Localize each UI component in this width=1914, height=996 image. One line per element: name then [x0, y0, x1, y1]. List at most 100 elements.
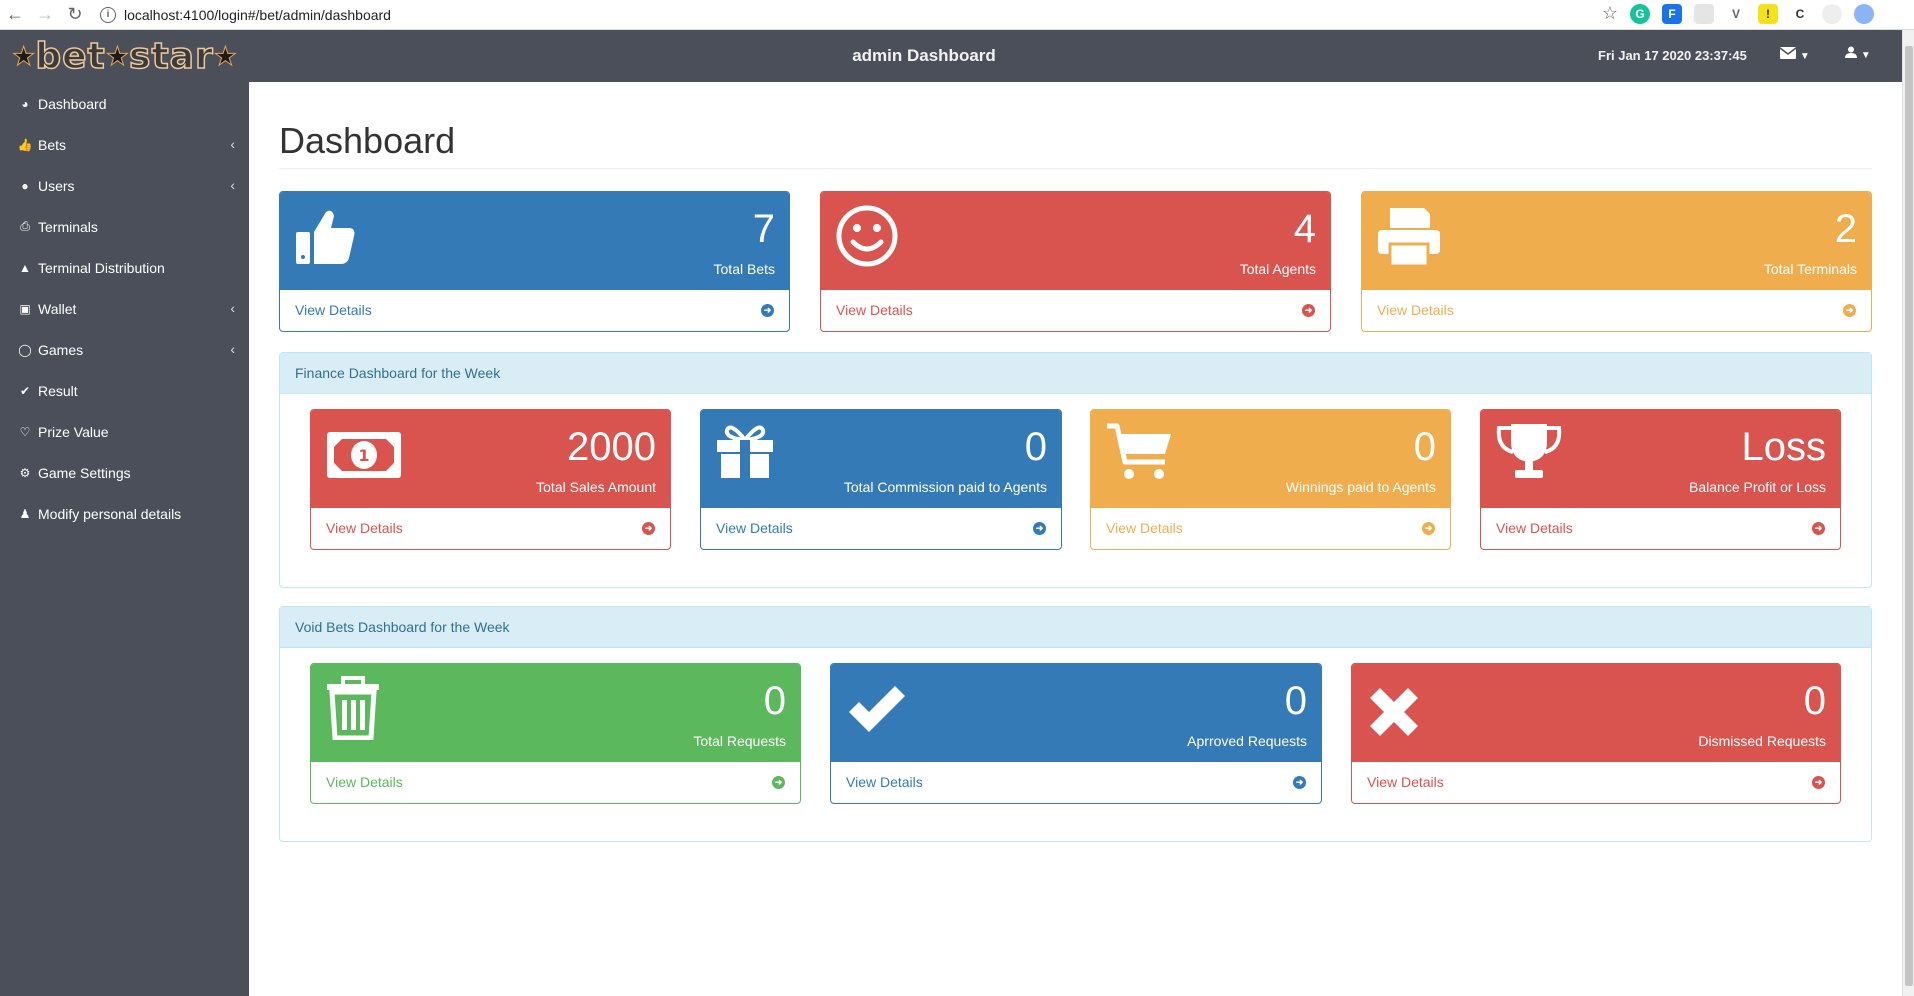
view-details-link[interactable]: View Details: [295, 302, 372, 318]
winnings-view-details[interactable]: View Details ➜: [1091, 508, 1450, 548]
view-details-link[interactable]: View Details: [846, 774, 923, 790]
total-sales-view-details[interactable]: View Details ➜: [311, 508, 670, 548]
address-bar[interactable]: i localhost:4100/login#/bet/admin/dashbo…: [100, 3, 391, 27]
sidebar-item-bets[interactable]: 👍 Bets ‹: [0, 124, 249, 165]
arrow-circle-right-icon: ➜: [1812, 775, 1825, 789]
chevron-left-icon: ‹: [230, 341, 235, 357]
view-details-link[interactable]: View Details: [326, 774, 403, 790]
total-requests-card: 0 Total Requests View Details ➜: [310, 663, 801, 804]
mail-dropdown[interactable]: ▼: [1779, 46, 1810, 62]
balance-value: Loss: [1741, 425, 1827, 469]
finance-panel: Finance Dashboard for the Week 1 2000 To…: [279, 352, 1872, 588]
finance-panel-heading: Finance Dashboard for the Week: [280, 353, 1871, 394]
void-bets-panel-heading: Void Bets Dashboard for the Week: [280, 607, 1871, 648]
sitemap-icon: ▲: [19, 260, 31, 275]
sidebar-item-terminal-distribution[interactable]: ▲ Terminal Distribution: [0, 247, 249, 288]
extension-icon[interactable]: F: [1662, 3, 1682, 24]
approved-requests-value: 0: [1284, 679, 1307, 723]
chevron-left-icon: ‹: [230, 300, 235, 316]
sidebar-item-label: Wallet: [38, 300, 77, 317]
bookmark-star-icon[interactable]: ☆: [1602, 3, 1618, 24]
view-details-link[interactable]: View Details: [716, 520, 793, 536]
cogs-icon: ⚙: [19, 465, 31, 480]
url-text: localhost:4100/login#/bet/admin/dashboar…: [124, 6, 391, 23]
extension-icon[interactable]: [1822, 3, 1842, 24]
forward-icon[interactable]: →: [30, 0, 60, 30]
extension-icon[interactable]: V: [1726, 3, 1746, 24]
approved-requests-view-details[interactable]: View Details ➜: [831, 762, 1321, 802]
grammarly-icon[interactable]: G: [1630, 3, 1650, 24]
extension-icon[interactable]: !: [1758, 3, 1778, 24]
total-commission-value: 0: [1024, 425, 1047, 469]
chevron-left-icon: ‹: [230, 136, 235, 152]
total-sales-card: 1 2000 Total Sales Amount View Details ➜: [310, 409, 671, 550]
total-agents-label: Total Agents: [1239, 261, 1316, 277]
user-icon: ♟: [19, 506, 31, 521]
total-terminals-view-details[interactable]: View Details ➜: [1362, 290, 1871, 330]
void-bets-panel: Void Bets Dashboard for the Week 0 Total…: [279, 606, 1872, 842]
reload-icon[interactable]: ↻: [60, 0, 90, 30]
user-dropdown[interactable]: ▼: [1845, 45, 1871, 61]
dashboard-icon: ◕: [21, 96, 29, 111]
printer-icon: ⎙: [20, 219, 30, 233]
total-requests-label: Total Requests: [693, 733, 786, 749]
sidebar-item-games[interactable]: ◯ Games ‹: [0, 329, 249, 370]
sidebar-item-result[interactable]: ✔ Result: [0, 370, 249, 411]
sidebar-item-game-settings[interactable]: ⚙ Game Settings: [0, 452, 249, 493]
sidebar-item-terminals[interactable]: ⎙ Terminals: [0, 206, 249, 247]
total-terminals-label: Total Terminals: [1763, 261, 1857, 277]
total-agents-value: 4: [1293, 207, 1316, 251]
back-icon[interactable]: ←: [0, 0, 30, 30]
sidebar-item-modify-personal-details[interactable]: ♟ Modify personal details: [0, 493, 249, 534]
view-details-link[interactable]: View Details: [1496, 520, 1573, 536]
extension-icon[interactable]: [1694, 3, 1714, 24]
times-icon: [1370, 688, 1418, 736]
sidebar-item-label: Game Settings: [38, 464, 131, 481]
arrow-circle-right-icon: ➜: [1293, 775, 1306, 789]
sidebar-item-prize-value[interactable]: ♡ Prize Value: [0, 411, 249, 452]
profile-avatar[interactable]: [1854, 3, 1874, 24]
total-agents-card: 4 Total Agents View Details ➜: [820, 191, 1331, 332]
sidebar-item-dashboard[interactable]: ◕ Dashboard: [0, 83, 249, 124]
total-bets-card: 7 Total Bets View Details ➜: [279, 191, 790, 332]
site-info-icon[interactable]: i: [100, 6, 116, 23]
view-details-link[interactable]: View Details: [1367, 774, 1444, 790]
sidebar-item-label: Games: [38, 341, 84, 358]
sidebar-item-label: Bets: [38, 136, 67, 153]
winnings-value: 0: [1413, 425, 1436, 469]
dismissed-requests-view-details[interactable]: View Details ➜: [1352, 762, 1840, 802]
total-agents-view-details[interactable]: View Details ➜: [821, 290, 1330, 330]
total-requests-value: 0: [763, 679, 786, 723]
heart-icon: ♡: [19, 424, 31, 439]
arrow-circle-right-icon: ➜: [1033, 521, 1046, 535]
total-commission-view-details[interactable]: View Details ➜: [701, 508, 1061, 548]
sidebar-item-users[interactable]: ● Users ‹: [0, 165, 249, 206]
view-details-link[interactable]: View Details: [836, 302, 913, 318]
page-scrollbar[interactable]: [1902, 30, 1914, 996]
sidebar-item-wallet[interactable]: ▣ Wallet ‹: [0, 288, 249, 329]
balance-view-details[interactable]: View Details ➜: [1481, 508, 1840, 548]
smile-icon: [836, 205, 898, 267]
total-requests-view-details[interactable]: View Details ➜: [311, 762, 800, 802]
trash-icon: [327, 676, 379, 740]
arrow-circle-right-icon: ➜: [1843, 303, 1856, 317]
scrollbar-thumb[interactable]: [1905, 46, 1913, 986]
app-header: ★ bet ★ star ★ admin Dashboard Fri Jan 1…: [0, 30, 1902, 82]
browser-toolbar: ← → ↻ i localhost:4100/login#/bet/admin/…: [0, 0, 1914, 30]
winnings-label: Winnings paid to Agents: [1285, 479, 1436, 495]
view-details-link[interactable]: View Details: [1377, 302, 1454, 318]
sidebar-item-label: Terminal Distribution: [38, 259, 165, 276]
money-icon: ▣: [19, 301, 31, 316]
total-terminals-value: 2: [1834, 207, 1857, 251]
view-details-link[interactable]: View Details: [326, 520, 403, 536]
money-icon: 1: [327, 432, 401, 478]
chevron-left-icon: ‹: [230, 177, 235, 193]
svg-text:1: 1: [358, 446, 369, 465]
view-details-link[interactable]: View Details: [1106, 520, 1183, 536]
dismissed-requests-card: 0 Dismissed Requests View Details ➜: [1351, 663, 1841, 804]
main-content: Dashboard 7 Total Bets View Details ➜ 4 …: [249, 82, 1902, 996]
trophy-icon: [1496, 424, 1562, 478]
extension-icon[interactable]: C: [1790, 3, 1810, 24]
arrow-circle-right-icon: ➜: [1302, 303, 1315, 317]
total-bets-view-details[interactable]: View Details ➜: [280, 290, 789, 330]
